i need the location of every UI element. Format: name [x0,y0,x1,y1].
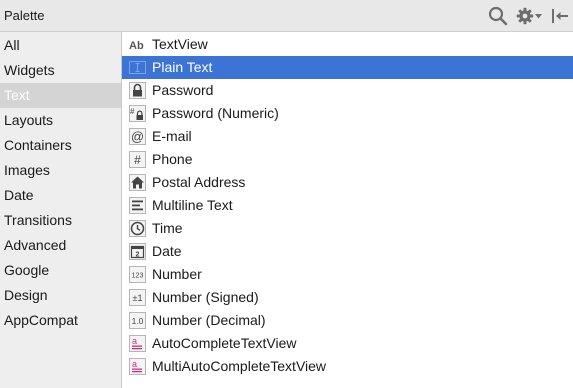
plain-text-icon [129,59,146,76]
sidebar-item-google[interactable]: Google [0,258,121,283]
widget-label: Phone [152,151,193,167]
widget-number-signed[interactable]: ±1 Number (Signed) [122,286,573,309]
widget-label: Date [152,243,182,259]
widget-label: Password (Numeric) [152,105,279,121]
svg-text:a: a [132,336,137,346]
widget-autocomplete-textview[interactable]: a AutoCompleteTextView [122,332,573,355]
sidebar-item-widgets[interactable]: Widgets [0,58,121,83]
palette-title: Palette [4,8,45,23]
widget-label: E-mail [152,128,192,144]
widget-multiline-text[interactable]: Multiline Text [122,194,573,217]
widget-multi-autocomplete-textview[interactable]: a MultiAutoCompleteTextView [122,355,573,378]
widget-label: Password [152,82,214,98]
decimal-number-icon: 1.0 [129,312,146,329]
number-icon: 123 [129,266,146,283]
sidebar-item-appcompat[interactable]: AppCompat [0,308,121,333]
at-sign-icon: @ [129,128,146,145]
widget-textview[interactable]: Ab TextView [122,33,573,56]
widget-date[interactable]: 2 Date [122,240,573,263]
sidebar-item-layouts[interactable]: Layouts [0,108,121,133]
svg-text:2: 2 [136,252,140,259]
multiline-icon [129,197,146,214]
home-icon [129,174,146,191]
svg-text:123: 123 [132,273,144,280]
sidebar-item-containers[interactable]: Containers [0,133,121,158]
hash-icon: # [129,151,146,168]
svg-text:Ab: Ab [129,40,144,52]
signed-number-icon: ±1 [129,289,146,306]
calendar-icon: 2 [129,243,146,260]
widget-time[interactable]: Time [122,217,573,240]
widget-postal-address[interactable]: Postal Address [122,171,573,194]
category-sidebar: All Widgets Text Layouts Containers Imag… [0,32,122,388]
multi-autocomplete-icon: a [129,358,146,375]
svg-text:±1: ±1 [133,293,143,303]
widget-label: Postal Address [152,174,246,190]
gear-icon [516,7,534,25]
sidebar-item-design[interactable]: Design [0,283,121,308]
sidebar-item-advanced[interactable]: Advanced [0,233,121,258]
svg-text:#: # [134,153,141,167]
svg-text:a: a [132,359,137,369]
widget-label: Plain Text [152,59,213,75]
palette-header: Palette [0,0,573,32]
sidebar-item-transitions[interactable]: Transitions [0,208,121,233]
autocomplete-icon: a [129,335,146,352]
widget-label: Number [152,266,202,282]
widget-label: Number (Signed) [152,289,259,305]
svg-text:@: @ [131,129,144,144]
widget-label: Time [152,220,183,236]
search-icon[interactable] [487,5,509,27]
widget-password[interactable]: Password [122,79,573,102]
widget-password-numeric[interactable]: # Password (Numeric) [122,102,573,125]
numeric-lock-icon: # [129,105,146,122]
sidebar-item-images[interactable]: Images [0,158,121,183]
widget-email[interactable]: @ E-mail [122,125,573,148]
widget-phone[interactable]: # Phone [122,148,573,171]
chevron-down-icon [535,13,542,19]
sidebar-item-text[interactable]: Text [0,83,121,108]
widget-number-decimal[interactable]: 1.0 Number (Decimal) [122,309,573,332]
sidebar-item-date[interactable]: Date [0,183,121,208]
widget-list: Ab TextView Plain Text Password # Passwo… [122,32,573,388]
widget-plain-text[interactable]: Plain Text [122,56,573,79]
svg-text:1.0: 1.0 [132,316,144,326]
widget-label: Multiline Text [152,197,233,213]
sidebar-item-all[interactable]: All [0,33,121,58]
widget-label: MultiAutoCompleteTextView [152,358,327,374]
textview-icon: Ab [129,36,146,53]
widget-label: TextView [152,36,208,52]
palette-panel: Palette All Widgets Text Layouts Contain… [0,0,573,388]
lock-icon [129,82,146,99]
collapse-panel-icon[interactable] [550,5,570,27]
widget-label: AutoCompleteTextView [152,335,297,351]
settings-button[interactable] [515,5,543,27]
widget-label: Number (Decimal) [152,312,266,328]
widget-number[interactable]: 123 Number [122,263,573,286]
svg-text:#: # [130,107,135,116]
clock-icon [129,220,146,237]
